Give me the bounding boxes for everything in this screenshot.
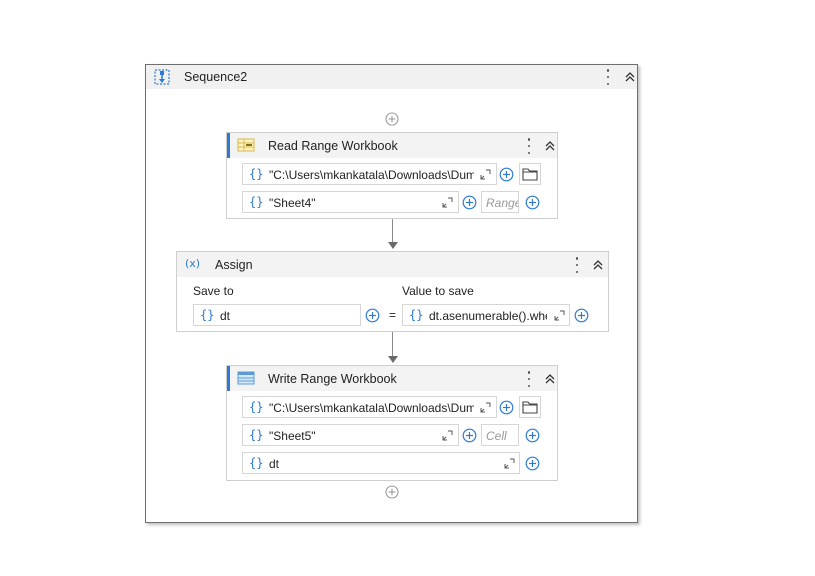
braces-icon: {} [249, 428, 264, 442]
write-range-icon [237, 371, 255, 385]
save-to-value: dt [220, 309, 231, 323]
read-range-sheet-value: "Sheet4" [269, 196, 316, 210]
value-to-save-input[interactable]: {} dt.asenumerable().whe [402, 304, 570, 326]
read-range-sheet-add-icon[interactable] [462, 195, 477, 210]
sequence-collapse-icon[interactable] [624, 71, 636, 83]
assign-icon: (x) [185, 257, 201, 270]
read-range-browse-button[interactable] [519, 163, 541, 185]
expand-icon[interactable] [480, 402, 491, 413]
value-to-save-value: dt.asenumerable().whe [429, 309, 547, 323]
sequence-more-icon[interactable] [605, 69, 611, 85]
read-range-path-value: "C:\Users\mkankatala\Downloads\Dum [269, 168, 474, 182]
write-range-data-input[interactable]: {} dt [242, 452, 520, 474]
write-range-header[interactable]: Write Range Workbook [227, 366, 557, 391]
expand-icon[interactable] [442, 430, 453, 441]
read-range-more-icon[interactable] [526, 138, 532, 154]
assign-collapse-icon[interactable] [592, 259, 604, 271]
write-range-more-icon[interactable] [526, 371, 532, 387]
expand-icon[interactable] [442, 197, 453, 208]
value-to-save-add-icon[interactable] [574, 308, 589, 323]
braces-icon: {} [249, 400, 264, 414]
folder-icon [522, 400, 538, 414]
braces-icon: {} [409, 308, 424, 322]
save-to-add-icon[interactable] [365, 308, 380, 323]
write-range-sheet-value: "Sheet5" [269, 429, 316, 443]
read-range-path-add-icon[interactable] [499, 167, 514, 182]
range-placeholder: Range [486, 196, 519, 210]
read-range-path-input[interactable]: {} "C:\Users\mkankatala\Downloads\Dum [242, 163, 497, 185]
read-range-range-add-icon[interactable] [525, 195, 540, 210]
write-range-sheet-add-icon[interactable] [462, 428, 477, 443]
write-range-workbook-activity[interactable]: Write Range Workbook {} "C:\Users\mkanka… [226, 365, 558, 481]
expand-icon[interactable] [504, 458, 515, 469]
read-range-header[interactable]: Read Range Workbook [227, 133, 557, 158]
read-range-sheet-input[interactable]: {} "Sheet4" [242, 191, 459, 213]
add-activity-top-icon[interactable] [385, 112, 399, 126]
save-to-label: Save to [193, 284, 234, 298]
value-to-save-label: Value to save [402, 284, 474, 298]
assign-title: Assign [215, 258, 253, 272]
connector-line [392, 332, 393, 357]
sequence-title: Sequence2 [184, 70, 248, 84]
write-range-cell-add-icon[interactable] [525, 428, 540, 443]
sequence-icon [154, 69, 170, 85]
expand-icon[interactable] [480, 169, 491, 180]
write-range-path-input[interactable]: {} "C:\Users\mkankatala\Downloads\Dum [242, 396, 497, 418]
write-range-sheet-input[interactable]: {} "Sheet5" [242, 424, 459, 446]
save-to-input[interactable]: {} dt [193, 304, 361, 326]
read-range-range-input[interactable]: Range [481, 191, 519, 213]
write-range-path-add-icon[interactable] [499, 400, 514, 415]
read-range-collapse-icon[interactable] [544, 140, 556, 152]
braces-icon: {} [249, 195, 264, 209]
cell-placeholder: Cell [486, 429, 507, 443]
folder-icon [522, 167, 538, 181]
connector-arrow-icon [388, 356, 398, 363]
braces-icon: {} [249, 456, 264, 470]
write-range-path-value: "C:\Users\mkankatala\Downloads\Dum [269, 401, 474, 415]
expand-icon[interactable] [554, 310, 565, 321]
write-range-browse-button[interactable] [519, 396, 541, 418]
sequence-container[interactable]: Sequence2 Read Range Workbook {} "C:\Use… [145, 64, 638, 523]
read-range-workbook-activity[interactable]: Read Range Workbook {} "C:\Users\mkankat… [226, 132, 558, 219]
equals-sign: = [389, 308, 397, 322]
connector-line [392, 219, 393, 243]
braces-icon: {} [249, 167, 264, 181]
assign-header[interactable]: (x) Assign [177, 252, 608, 277]
add-activity-bottom-icon[interactable] [385, 485, 399, 499]
read-range-icon [237, 138, 255, 152]
sequence-header[interactable]: Sequence2 [146, 65, 637, 89]
assign-more-icon[interactable] [574, 257, 580, 273]
write-range-title: Write Range Workbook [268, 372, 397, 386]
assign-activity[interactable]: (x) Assign Save to Value to save {} dt =… [176, 251, 609, 332]
write-range-cell-input[interactable]: Cell [481, 424, 519, 446]
braces-icon: {} [200, 308, 215, 322]
read-range-title: Read Range Workbook [268, 139, 398, 153]
write-range-data-add-icon[interactable] [525, 456, 540, 471]
write-range-data-value: dt [269, 457, 280, 471]
write-range-collapse-icon[interactable] [544, 373, 556, 385]
connector-arrow-icon [388, 242, 398, 249]
